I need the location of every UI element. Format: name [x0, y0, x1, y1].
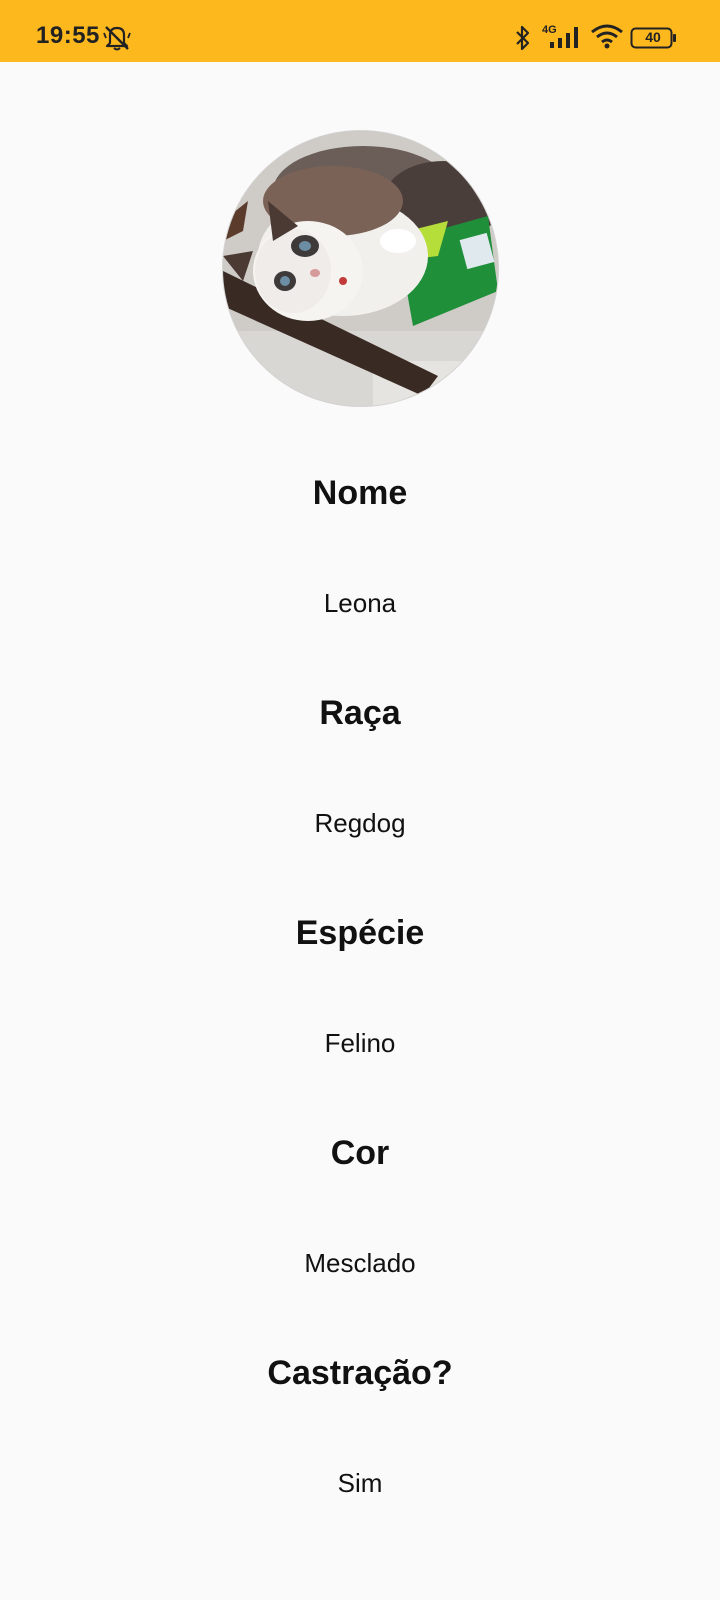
field-value-castracao: Sim [337, 1468, 383, 1498]
cat-photo-icon [223, 131, 498, 406]
field-value-especie: Felino [324, 1028, 396, 1058]
field-label-especie: Espécie [295, 914, 425, 952]
status-time: 19:55 [36, 22, 100, 49]
field-label-castracao: Castração? [267, 1354, 453, 1392]
battery-level: 40 [645, 29, 661, 45]
field-value-nome: Leona [323, 588, 397, 618]
field-value-cor: Mesclado [304, 1248, 416, 1278]
field-label-raca: Raça [319, 694, 401, 732]
status-bar: 19:55 4G 40 [0, 0, 720, 62]
mute-notification-icon [103, 26, 131, 51]
cellular-signal-icon [550, 27, 578, 48]
bluetooth-icon [516, 25, 530, 51]
field-label-nome: Nome [312, 474, 408, 512]
wifi-icon [591, 24, 623, 49]
pet-photo [223, 131, 498, 406]
field-label-cor: Cor [330, 1134, 390, 1172]
field-value-raca: Regdog [314, 808, 406, 838]
